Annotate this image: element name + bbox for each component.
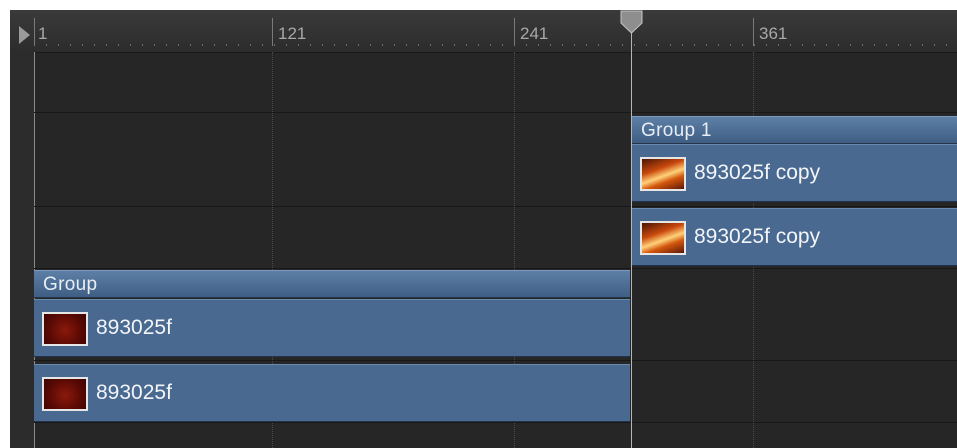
- layer-bar[interactable]: 893025f: [34, 364, 630, 422]
- track-separator: [34, 206, 957, 207]
- layer-bar[interactable]: 893025f: [34, 299, 630, 357]
- layer-bar[interactable]: 893025f copy: [632, 208, 957, 266]
- layer-thumbnail: [42, 377, 88, 411]
- ruler-major-tick: [514, 18, 515, 46]
- ruler-major-tick: [34, 18, 35, 46]
- layer-name: 893025f copy: [694, 225, 821, 248]
- layer-name: 893025f: [96, 381, 172, 404]
- ruler-label-1: 1: [38, 24, 48, 43]
- group-bar-group[interactable]: Group: [34, 270, 630, 298]
- layer-thumbnail: [640, 157, 686, 191]
- ruler-label-361: 361: [759, 24, 788, 43]
- ruler-major-tick: [272, 18, 273, 46]
- layer-thumbnail: [640, 221, 686, 255]
- track-gutter: [10, 52, 35, 448]
- ruler-major-tick: [753, 18, 754, 46]
- play-range-start-icon[interactable]: [19, 26, 30, 44]
- playhead-line[interactable]: [631, 22, 632, 448]
- layer-bar[interactable]: 893025f copy: [632, 144, 957, 202]
- layer-name: 893025f copy: [694, 161, 821, 184]
- ruler-minor-ticks: [34, 44, 957, 46]
- track-separator: [34, 112, 957, 113]
- track-separator: [34, 422, 957, 423]
- layer-thumbnail: [42, 312, 88, 346]
- track-separator: [34, 268, 957, 269]
- layer-name: 893025f: [96, 316, 172, 339]
- group-bar-group-1[interactable]: Group 1: [632, 116, 957, 144]
- timeline-ruler[interactable]: 1 121 241 361: [10, 10, 957, 53]
- playhead-handle-icon[interactable]: [619, 10, 644, 34]
- track-separator: [34, 360, 957, 361]
- ruler-label-121: 121: [278, 24, 307, 43]
- timeline-panel[interactable]: 1 121 241 361 Group 1 893025f copy 89302…: [10, 10, 957, 448]
- ruler-label-241: 241: [520, 24, 549, 43]
